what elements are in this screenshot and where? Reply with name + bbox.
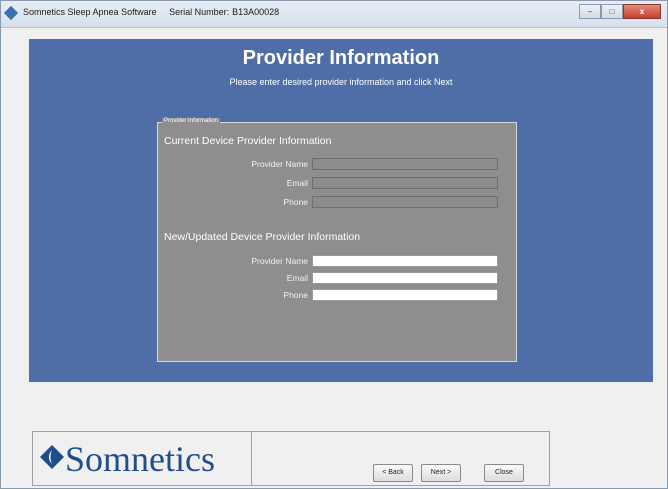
logo-area: Somnetics [33, 432, 252, 485]
minimize-button[interactable]: – [579, 4, 601, 19]
new-provider-name-label: Provider Name [251, 256, 308, 266]
serial-label: Serial Number: [169, 7, 230, 17]
new-phone-label: Phone [283, 290, 308, 300]
title-bar[interactable]: Somnetics Sleep Apnea Software Serial Nu… [1, 1, 667, 28]
current-email-field [312, 177, 498, 189]
close-button[interactable]: Close [484, 464, 524, 482]
maximize-button[interactable]: □ [601, 4, 623, 19]
logo-wordmark: Somnetics [65, 439, 215, 479]
current-phone-field [312, 196, 498, 208]
back-button[interactable]: < Back [373, 464, 413, 482]
group-legend: Provider Information [162, 118, 221, 124]
app-logo-icon [3, 5, 19, 21]
new-phone-field[interactable] [312, 289, 498, 301]
serial-value: B13A00028 [232, 7, 280, 17]
new-provider-name-field[interactable] [312, 255, 498, 267]
window-title: Somnetics Sleep Apnea Software Serial Nu… [23, 7, 289, 17]
current-email-label: Email [286, 178, 308, 188]
content-panel: Provider Information Please enter desire… [29, 39, 653, 382]
window-controls: – □ x [579, 4, 661, 19]
new-email-label: Email [286, 273, 308, 283]
app-name: Somnetics Sleep Apnea Software [23, 7, 157, 17]
new-email-field[interactable] [312, 272, 498, 284]
provider-info-group: Provider Information Current Device Prov… [157, 118, 517, 362]
somnetics-logo-icon [40, 445, 64, 469]
app-window: Somnetics Sleep Apnea Software Serial Nu… [0, 0, 668, 489]
current-provider-name-field [312, 158, 498, 170]
updated-provider-heading: New/Updated Device Provider Information [164, 231, 361, 243]
page-title: Provider Information [242, 47, 440, 69]
current-provider-heading: Current Device Provider Information [164, 135, 332, 147]
current-provider-name-label: Provider Name [251, 159, 308, 169]
next-button[interactable]: Next > [421, 464, 461, 482]
footer-bar: Somnetics < Back Next > Close [32, 431, 550, 486]
page-subtitle: Please enter desired provider informatio… [229, 77, 453, 87]
current-phone-label: Phone [283, 197, 308, 207]
close-window-button[interactable]: x [623, 4, 661, 19]
